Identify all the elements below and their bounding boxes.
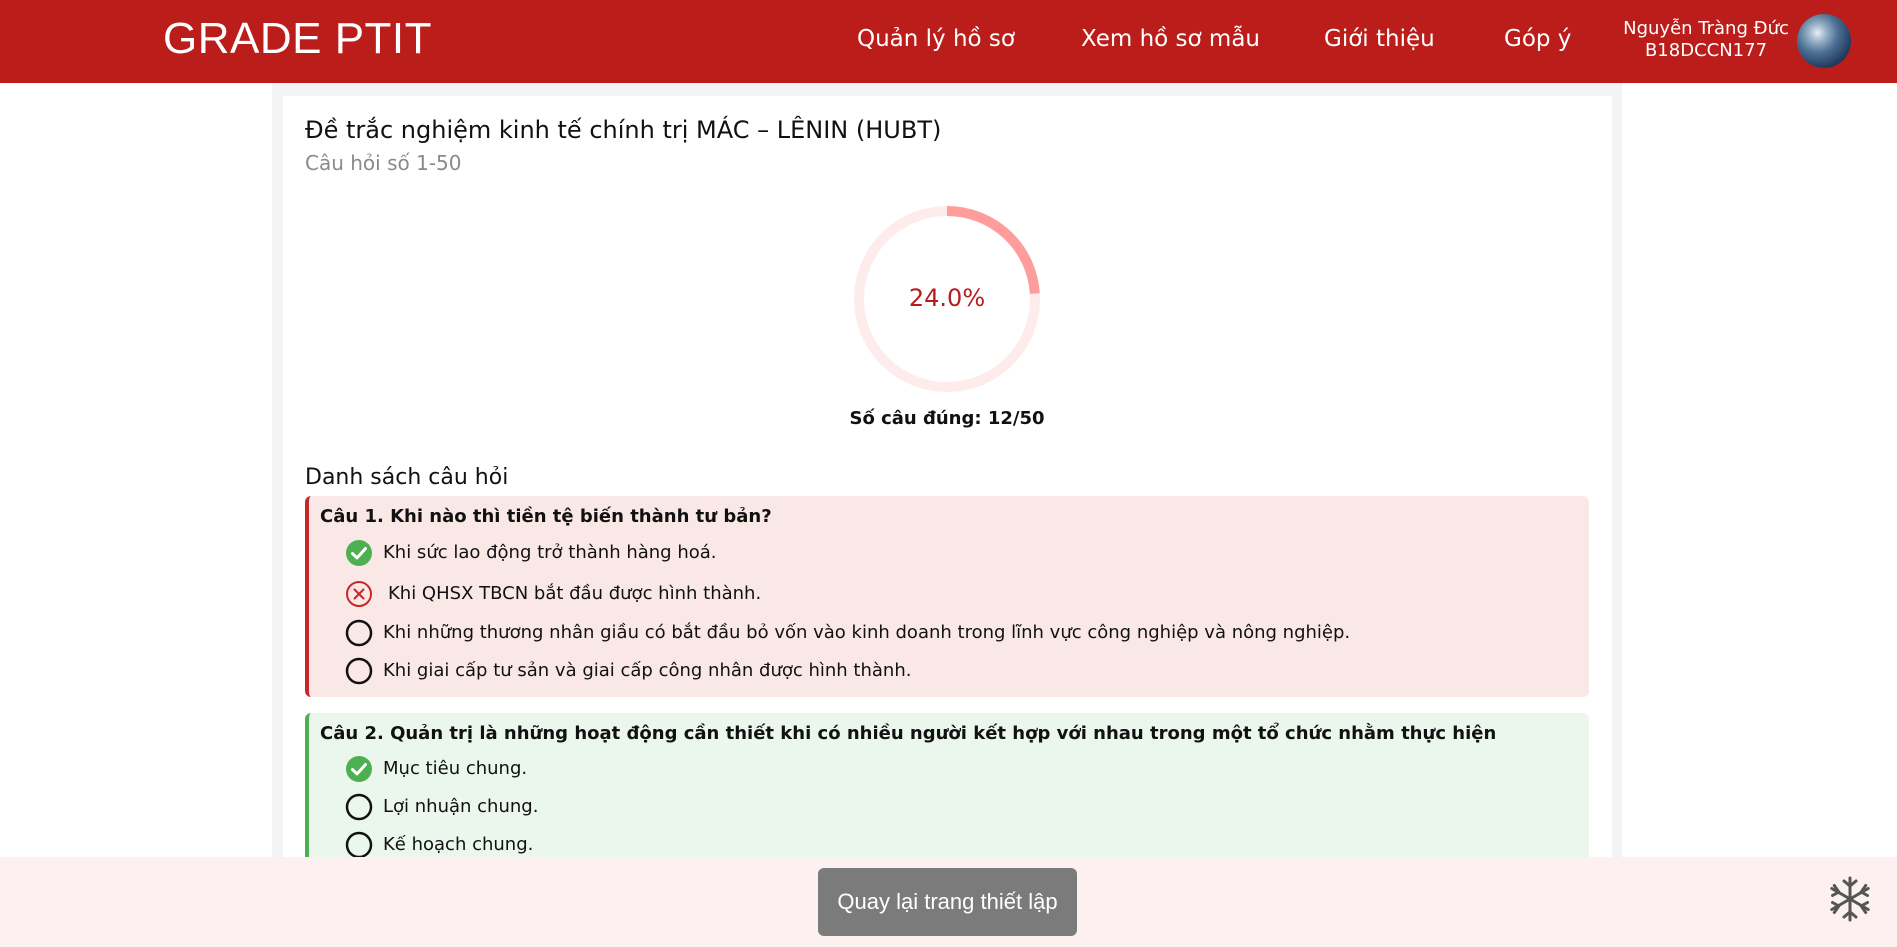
nav-feedback[interactable]: Góp ý (1504, 26, 1571, 52)
user-name: Nguyễn Tràng Đức (1623, 18, 1789, 39)
questions-heading: Danh sách câu hỏi (305, 465, 509, 490)
correct-count: Số câu đúng: 12/50 (849, 408, 1045, 429)
answer-text: Khi QHSX TBCN bắt đầu được hình thành. (388, 583, 762, 604)
page-title: Đề trắc nghiệm kinh tế chính trị MÁC – L… (305, 116, 942, 144)
question-card: Câu 1. Khi nào thì tiền tệ biến thành tư… (305, 496, 1589, 697)
empty-circle-icon (345, 793, 373, 821)
page-subtitle: Câu hỏi số 1-50 (305, 151, 462, 175)
nav-about[interactable]: Giới thiệu (1324, 26, 1435, 52)
top-navbar: GRADE PTIT Quản lý hồ sơ Xem hồ sơ mẫu G… (0, 0, 1897, 83)
correct-icon (346, 540, 372, 566)
back-to-settings-button[interactable]: Quay lại trang thiết lập (818, 868, 1077, 936)
answer-text: Kế hoạch chung. (383, 834, 534, 855)
empty-circle-icon (345, 831, 373, 859)
answer-text: Lợi nhuận chung. (383, 796, 539, 817)
answer-text: Khi giai cấp tư sản và giai cấp công nhâ… (383, 660, 912, 681)
question-title: Câu 2. Quản trị là những hoạt động cần t… (320, 723, 1497, 744)
nav-manage-profiles[interactable]: Quản lý hồ sơ (857, 26, 1015, 52)
question-title: Câu 1. Khi nào thì tiền tệ biến thành tư… (320, 506, 772, 527)
avatar[interactable] (1797, 14, 1851, 68)
empty-circle-icon (345, 657, 373, 685)
percent-value: 24.0% (908, 284, 986, 312)
brand-logo[interactable]: GRADE PTIT (163, 14, 432, 64)
correct-icon (346, 756, 372, 782)
answer-text: Khi những thương nhân giầu có bắt đầu bỏ… (383, 622, 1351, 643)
user-info[interactable]: Nguyễn Tràng Đức B18DCCN177 (1622, 18, 1790, 62)
wrong-icon (346, 581, 372, 607)
question-card: Câu 2. Quản trị là những hoạt động cần t… (305, 713, 1589, 863)
empty-circle-icon (345, 619, 373, 647)
answer-text: Khi sức lao động trở thành hàng hoá. (383, 542, 717, 563)
snowflake-icon[interactable] (1826, 875, 1874, 923)
answer-text: Mục tiêu chung. (383, 758, 528, 779)
nav-sample-profiles[interactable]: Xem hồ sơ mẫu (1081, 26, 1260, 52)
user-id: B18DCCN177 (1644, 40, 1768, 61)
